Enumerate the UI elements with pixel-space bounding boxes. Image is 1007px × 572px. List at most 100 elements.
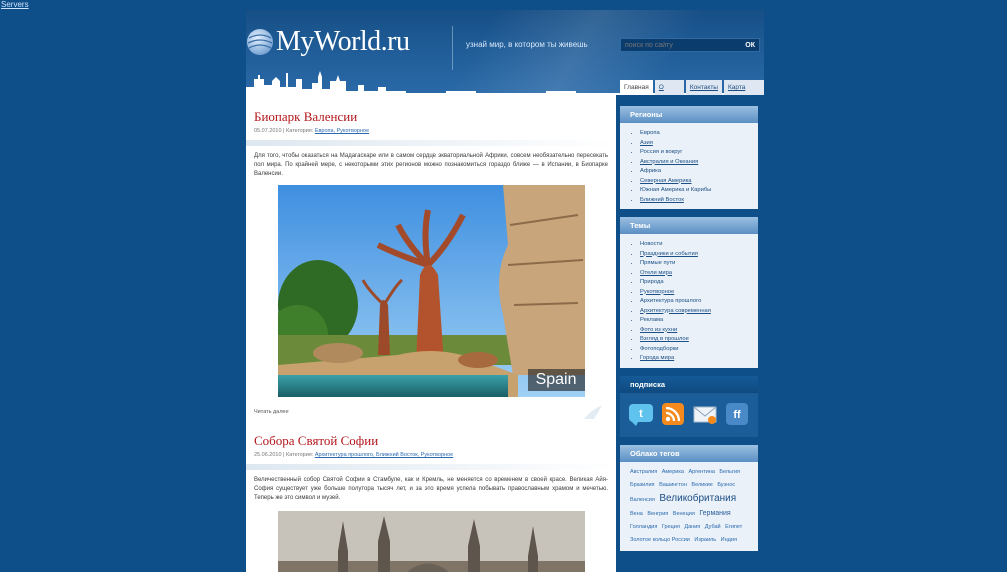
svg-text:t: t [639,408,643,420]
tag-link[interactable]: Дания [684,524,700,530]
tag-link[interactable]: Греция [662,524,680,530]
post: Биопарк Валенсии 05.07.2010 | Категория:… [246,95,616,419]
category-label: Категория: [286,452,314,458]
site-header: MyWorld.ru узнай мир, в котором ты живеш… [246,10,764,95]
tag-link[interactable]: Вена [630,511,643,517]
tag-link[interactable]: Израиль [694,537,716,543]
photo-label: Spain [527,369,585,391]
post: Собора Святой Софии 25.06.2010 | Категор… [246,419,616,572]
sidebar-item[interactable]: Реклама [640,316,754,326]
tag-link[interactable]: Бразилия [630,482,655,488]
post-title[interactable]: Собора Святой Софии [254,433,608,449]
tab-home[interactable]: Главная [620,80,653,95]
tag-link[interactable]: Германия [699,510,730,517]
sidebar-item[interactable]: Архитектура прошлого [640,297,754,307]
header-divider [452,26,453,70]
tag-link[interactable]: Венгрия [647,511,668,517]
tag-link[interactable]: Великие [691,482,712,488]
sidebar-item[interactable]: Фото из кухни [640,326,754,336]
post-separator [246,464,616,470]
tab-contacts[interactable]: Контакты [685,80,722,95]
tag-cloud: Австралия Америка Аргентина Бельгия Браз… [620,461,758,551]
tag-link[interactable]: Великобритания [659,493,736,504]
sidebar: Регионы Европа Азия Россия и вокруг Авст… [620,106,758,559]
sidebar-item[interactable]: Природа [640,278,754,288]
subscribe-icons: t ff [620,392,758,437]
search-input[interactable] [621,39,742,51]
sidebar-item[interactable]: Архитектура современная [640,307,754,317]
post-photo[interactable] [277,511,585,572]
sidebar-item[interactable]: Рукотворное [640,288,754,298]
post-footer: Читать далее [254,405,608,419]
widget-title: Облако тегов [620,444,758,462]
tag-cloud-widget: Облако тегов Австралия Америка Аргентина… [620,444,758,551]
sidebar-item[interactable]: Отели мира [640,269,754,279]
topics-list: Новости Праздники и события Прямые пути … [620,234,758,368]
sidebar-item[interactable]: Австралия и Океания [640,158,754,168]
post-date: 05.07.2010 [254,128,282,134]
sidebar-item[interactable]: Прямые пути [640,259,754,269]
widget-title: Регионы [620,106,758,123]
sidebar-item[interactable]: Южная Америка и Карибы [640,186,754,196]
sidebar-item[interactable]: Новости [640,240,754,250]
tag-link[interactable]: Голландия [630,524,657,530]
widget-title: Темы [620,217,758,234]
tag-link[interactable]: Америка [662,469,684,475]
tag-link[interactable]: Австралия [630,469,657,475]
twitter-icon[interactable]: t [628,401,654,427]
site-logo[interactable]: MyWorld.ru [276,26,410,58]
sidebar-item[interactable]: Ближний Восток [640,196,754,206]
friendfeed-icon[interactable]: ff [724,401,750,427]
sidebar-item[interactable]: Россия и вокруг [640,148,754,158]
globe-logo-icon [247,29,273,55]
sidebar-item[interactable]: Европа [640,129,754,139]
sidebar-item[interactable]: Фотоподборки [640,345,754,355]
sidebar-item[interactable]: Азия [640,139,754,149]
cathedral-photo-image [277,511,585,572]
tag-link[interactable]: Золотое кольцо России [630,537,690,543]
tag-link[interactable]: Бельгия [719,469,740,475]
tab-sitemap[interactable]: Карта сайта [723,80,764,95]
tag-link[interactable]: Дубай [705,524,721,530]
baobab-photo-image [277,185,585,397]
tag-link[interactable]: Буэнос [717,482,735,488]
page-curl-icon [554,405,602,419]
topics-widget: Темы Новости Праздники и события Прямые … [620,217,758,368]
post-date: 25.06.2010 [254,452,282,458]
svg-text:ff: ff [733,409,741,421]
sidebar-item[interactable]: Праздники и события [640,250,754,260]
rss-icon[interactable] [660,401,686,427]
tag-link[interactable]: Венеция [673,511,695,517]
post-excerpt: Для того, чтобы оказаться на Мадагаскаре… [254,153,608,177]
post-categories[interactable]: Европа, Рукотворное [315,128,369,134]
post-categories[interactable]: Архитектура прошлого, Ближний Восток, Ру… [315,452,453,458]
search-box: ОК [620,38,760,52]
email-icon[interactable] [692,401,718,427]
search-button[interactable]: ОК [741,42,759,49]
sidebar-item[interactable]: Взгляд в прошлое [640,335,754,345]
subscribe-widget: подписка t ff [620,375,758,437]
post-separator [246,140,616,146]
post-meta: 05.07.2010 | Категория: Европа, Рукотвор… [254,128,370,134]
tag-link[interactable]: Валенсия [630,497,655,503]
post-photo[interactable]: Spain [277,185,585,397]
site-slogan: узнай мир, в котором ты живешь [466,40,588,49]
sidebar-item[interactable]: Африка [640,167,754,177]
top-link[interactable]: Servers [1,0,29,9]
category-label: Категория: [286,128,314,134]
post-meta: 25.06.2010 | Категория: Архитектура прош… [254,452,454,458]
main-nav: Главная О сайте Контакты Карта сайта [620,80,764,95]
post-title[interactable]: Биопарк Валенсии [254,109,608,125]
regions-widget: Регионы Европа Азия Россия и вокруг Авст… [620,106,758,209]
tag-link[interactable]: Аргентина [688,469,714,475]
post-excerpt: Величественный собор Святой Софии в Стам… [254,477,608,501]
tag-link[interactable]: Вашингтон [659,482,687,488]
sidebar-item[interactable]: Города мира [640,354,754,364]
main-content: Биопарк Валенсии 05.07.2010 | Категория:… [246,95,616,572]
tab-about[interactable]: О сайте [654,80,684,95]
sidebar-item[interactable]: Северная Америка [640,177,754,187]
tag-link[interactable]: Индия [721,537,737,543]
regions-list: Европа Азия Россия и вокруг Австралия и … [620,123,758,209]
tag-link[interactable]: Египет [725,524,742,530]
read-more-link[interactable]: Читать далее [254,409,289,415]
